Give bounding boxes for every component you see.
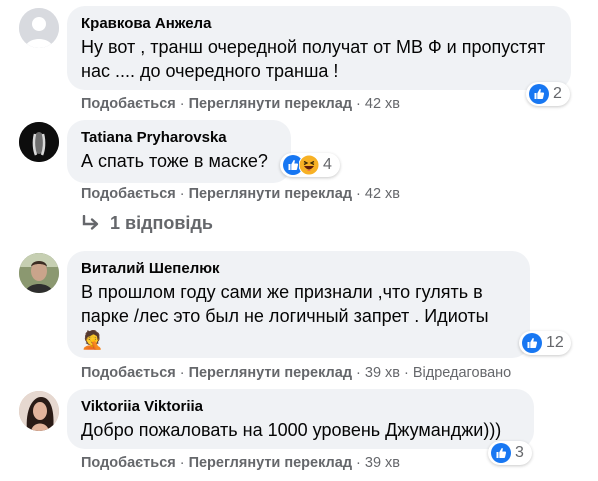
reaction-count: 3 [515, 444, 524, 461]
avatar-image [19, 391, 59, 431]
avatar-image [19, 253, 59, 293]
comment-bubble: Tatiana Pryharovska А спать тоже в маске… [67, 120, 291, 183]
separator-dot: · [356, 365, 361, 381]
like-icon [491, 443, 511, 463]
comment-author[interactable]: Кравкова Анжела [81, 14, 559, 34]
comment-bubble: Кравкова Анжела Ну вот , транш очередной… [67, 6, 571, 90]
edited-label[interactable]: Відредаговано [413, 365, 511, 381]
like-icon [529, 84, 549, 104]
separator-dot: · [356, 455, 361, 471]
comment-text-body: В прошлом году сами же признали ,что гул… [81, 282, 489, 326]
comment-author[interactable]: Viktoriia Viktoriia [81, 397, 522, 417]
haha-icon [299, 155, 319, 175]
comment-bubble: Viktoriia Viktoriia Добро пожаловать на … [67, 389, 534, 449]
reaction-count: 12 [546, 334, 564, 351]
comment-text: А спать тоже в маске? [81, 151, 268, 171]
avatar[interactable] [19, 391, 59, 431]
translate-button[interactable]: Переглянути переклад [189, 96, 352, 112]
reaction-summary[interactable]: 12 [519, 331, 571, 355]
like-button[interactable]: Подобається [81, 96, 176, 112]
comment-actions: Подобається · Переглянути переклад · 39 хв · В… [81, 364, 511, 382]
avatar[interactable] [19, 122, 59, 162]
comment-actions: Подобається · Переглянути переклад · 42 хв [81, 95, 400, 113]
view-replies-link[interactable]: 1 відповідь [81, 213, 213, 234]
separator-dot: · [356, 96, 361, 112]
comment-time[interactable]: 39 хв [365, 455, 400, 471]
like-button[interactable]: Подобається [81, 455, 176, 471]
comment-text: Добро пожаловать на 1000 уровень Джуманд… [81, 420, 502, 440]
translate-button[interactable]: Переглянути переклад [189, 365, 352, 381]
avatar[interactable] [19, 8, 59, 48]
separator-dot: · [356, 186, 361, 202]
reply-arrow-icon [82, 214, 99, 230]
default-avatar-icon [19, 8, 59, 48]
reaction-count: 2 [553, 85, 562, 102]
avatar[interactable] [19, 253, 59, 293]
comment-author[interactable]: Tatiana Pryharovska [81, 128, 279, 148]
separator-dot: · [179, 365, 185, 381]
comment-author[interactable]: Виталий Шепелюк [81, 259, 518, 279]
comment-bubble: Виталий Шепелюк В прошлом году сами же п… [67, 251, 530, 358]
like-button[interactable]: Подобається [81, 186, 176, 202]
like-button[interactable]: Подобається [81, 365, 176, 381]
like-icon [522, 333, 542, 353]
comment-time[interactable]: 42 хв [365, 186, 400, 202]
comment-time[interactable]: 39 хв [365, 365, 400, 381]
separator-dot: · [179, 455, 185, 471]
comment-actions: Подобається · Переглянути переклад · 42 хв [81, 185, 400, 203]
separator-dot: · [404, 365, 409, 381]
translate-button[interactable]: Переглянути переклад [189, 455, 352, 471]
separator-dot: · [179, 186, 185, 202]
replies-count-label[interactable]: 1 відповідь [110, 213, 213, 234]
reaction-summary[interactable]: 2 [526, 82, 570, 106]
reaction-summary[interactable]: 3 [488, 441, 532, 465]
comment-time[interactable]: 42 хв [365, 96, 400, 112]
comment-text: В прошлом году сами же признали ,что гул… [81, 280, 518, 352]
reaction-summary[interactable]: 4 [280, 153, 340, 177]
separator-dot: · [179, 96, 185, 112]
translate-button[interactable]: Переглянути переклад [189, 186, 352, 202]
avatar-image [19, 122, 59, 162]
comment-text: Ну вот , транш очередной получат от МВ Ф… [81, 37, 546, 81]
reaction-count: 4 [323, 156, 332, 173]
comment-actions: Подобається · Переглянути переклад · 39 хв [81, 454, 400, 472]
facepalm-emoji: 🤦 [81, 330, 104, 350]
